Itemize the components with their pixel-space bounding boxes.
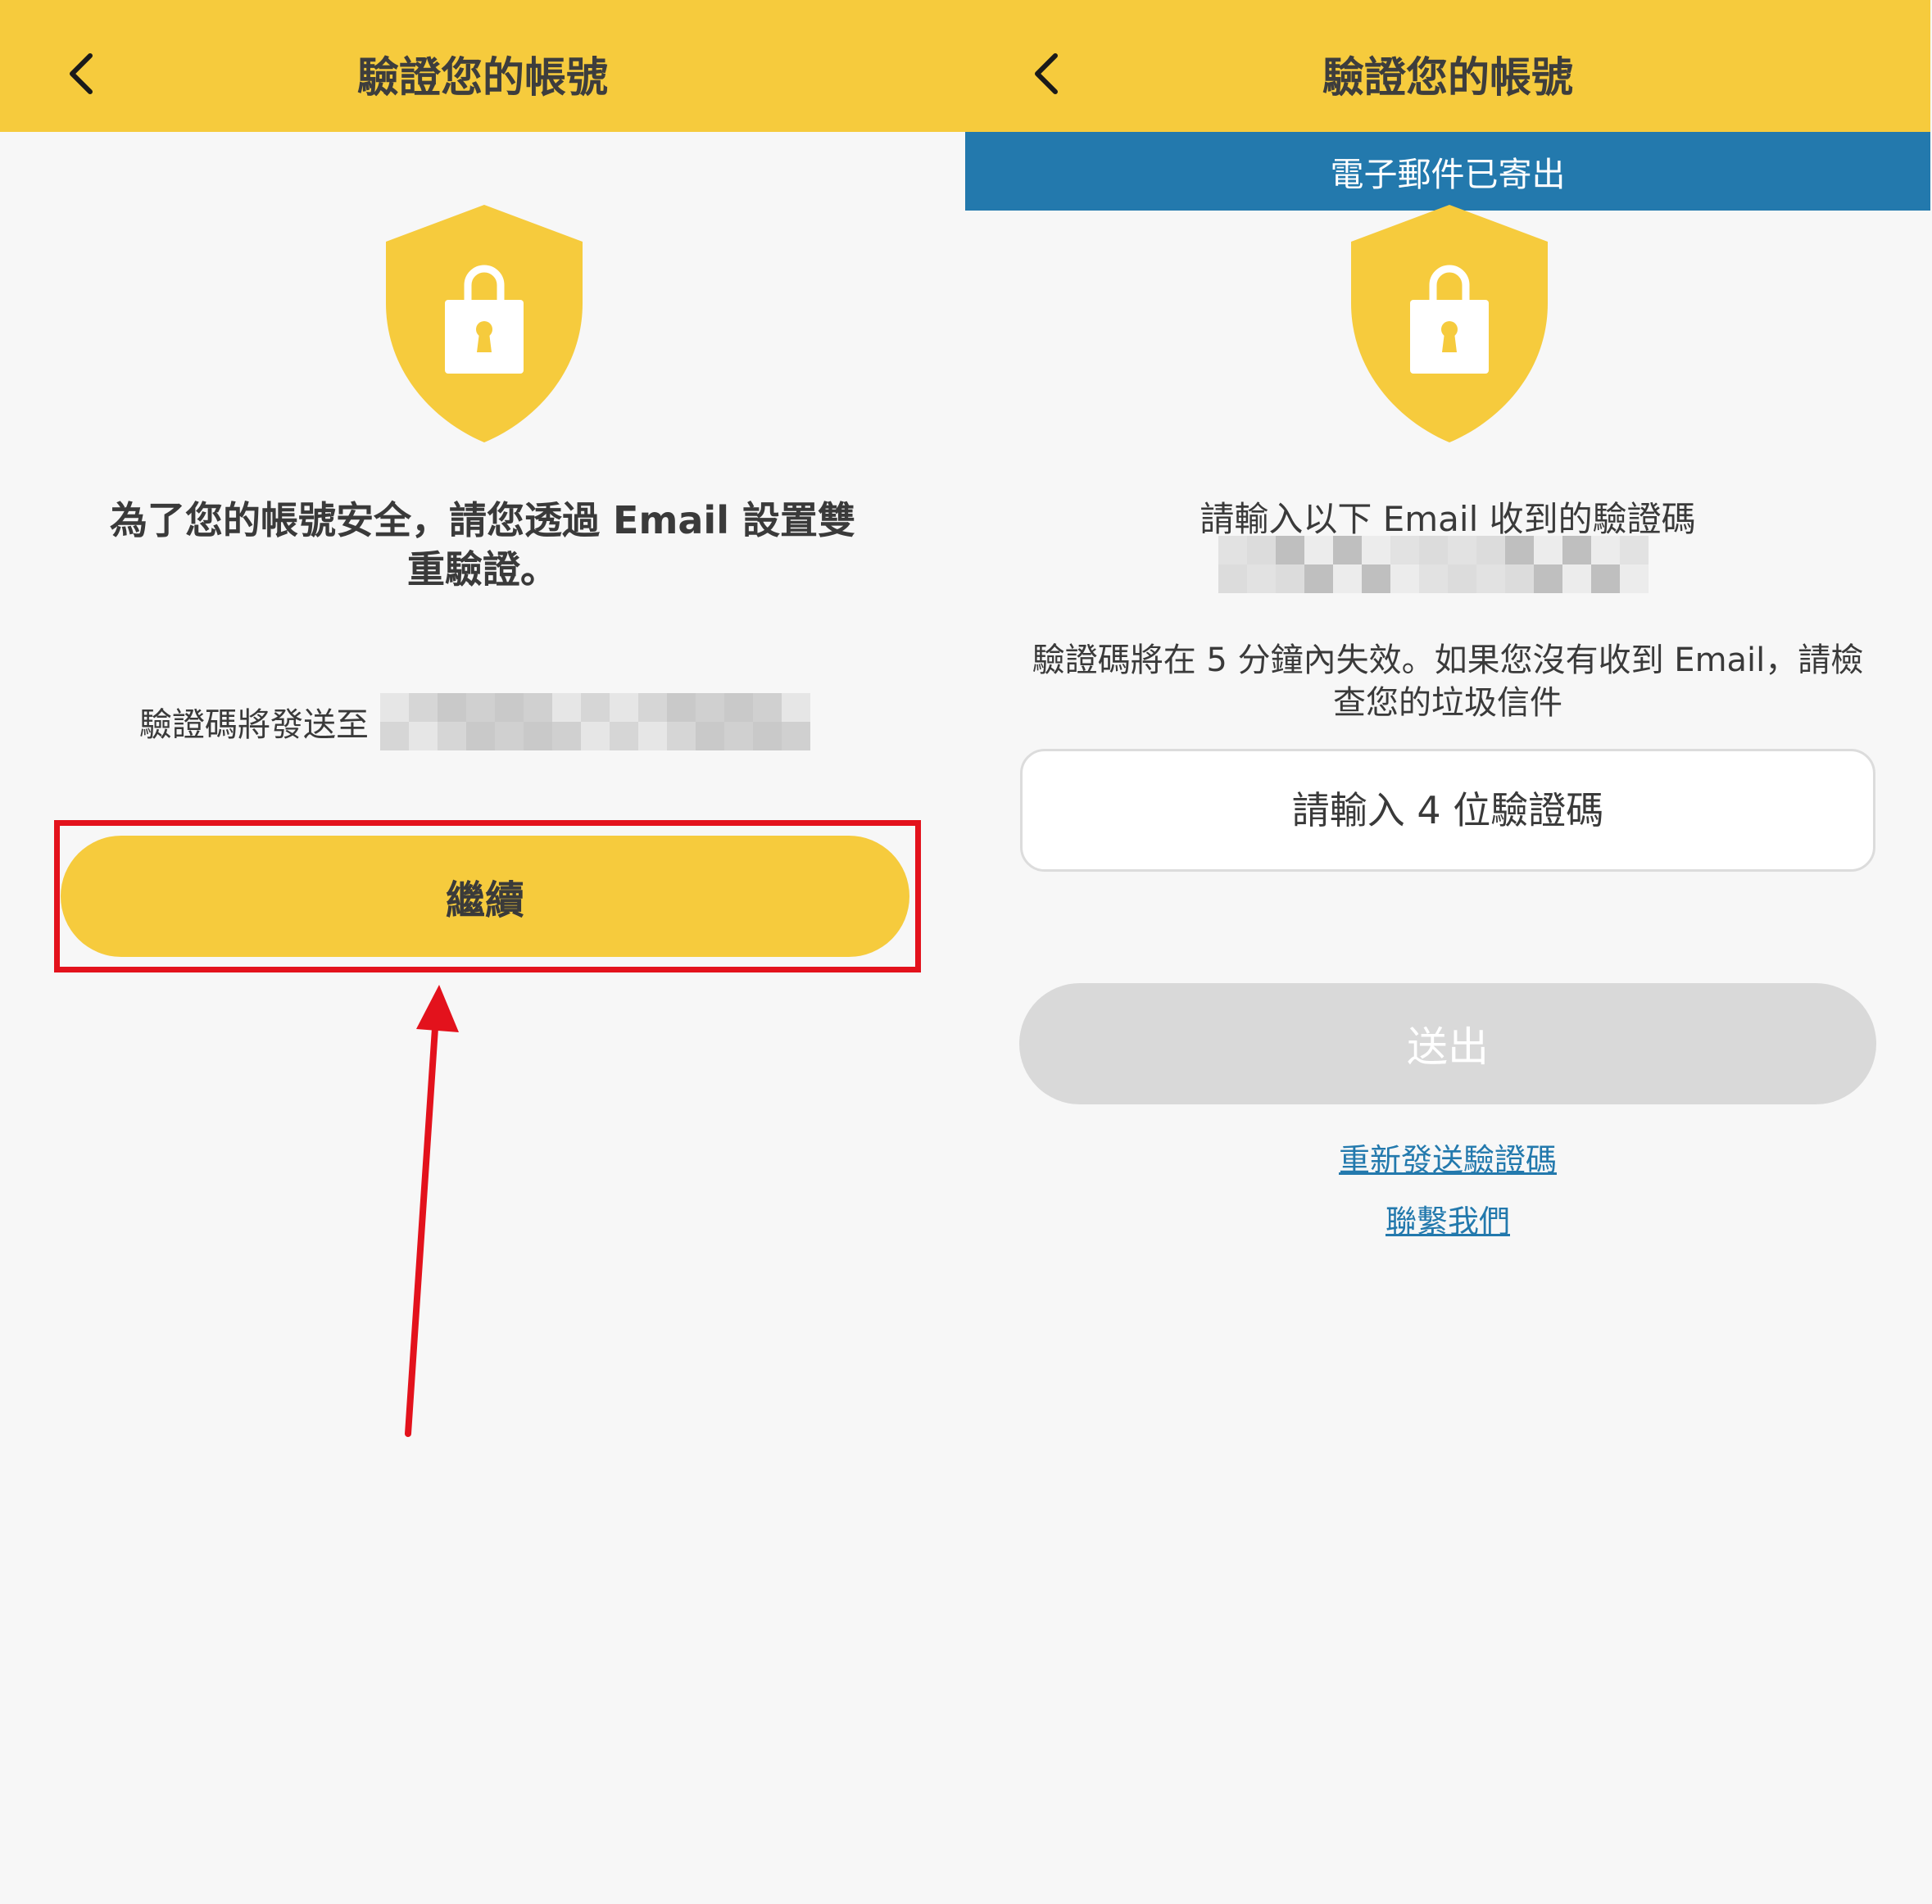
security-heading: 為了您的帳號安全，請您透過 Email 設置雙 重驗證。 [74, 496, 891, 594]
redaction-pixel [524, 693, 552, 722]
security-heading-line1: 為了您的帳號安全，請您透過 Email 設置雙 [110, 498, 855, 542]
redaction-pixel [610, 722, 638, 750]
redaction-pixel [1476, 536, 1505, 564]
redaction-pixel [1362, 536, 1390, 564]
redaction-pixel [1247, 564, 1276, 593]
redaction-pixel [1362, 564, 1390, 593]
redaction-pixel [1218, 536, 1247, 564]
page-title: 驗證您的帳號 [1322, 54, 1573, 102]
redaction-pixel [1247, 536, 1276, 564]
redaction-pixel [1419, 536, 1448, 564]
redaction-pixel [1390, 536, 1419, 564]
expiry-info-line1: 驗證碼將在 5 分鐘內失效。如果您沒有收到 Email，請檢 [1032, 641, 1864, 679]
verification-prompt: 請輸入以下 Email 收到的驗證碼 [1200, 499, 1696, 539]
redaction-pixel [552, 693, 581, 722]
redaction-pixel [753, 693, 782, 722]
redaction-pixel [1304, 536, 1333, 564]
redaction-pixel [782, 693, 810, 722]
redaction-pixel [1476, 564, 1505, 593]
redaction-pixel [409, 722, 438, 750]
redaction-pixel [1419, 564, 1448, 593]
redaction-pixel [696, 693, 724, 722]
redaction-pixel [1448, 536, 1476, 564]
send-label: 驗證碼將發送至 [139, 706, 369, 744]
resend-code-link[interactable]: 重新發送驗證碼 [965, 1135, 1930, 1180]
annotation-arrow-icon [405, 985, 459, 1437]
send-destination-row: 驗證碼將發送至 [139, 692, 810, 751]
redaction-pixel [438, 693, 466, 722]
redaction-pixel [610, 693, 638, 722]
redaction-pixel [724, 722, 753, 750]
redaction-pixel [638, 693, 667, 722]
redaction-pixel [1620, 536, 1649, 564]
right-screen: 驗證您的帳號 電子郵件已寄出 請輸入以下 Email 收到的驗證碼 驗證碼將在 … [965, 0, 1930, 1904]
contact-us-link[interactable]: 聯繫我們 [965, 1196, 1930, 1241]
redaction-pixel [1620, 564, 1649, 593]
redaction-pixel [1562, 564, 1591, 593]
redaction-pixel [1390, 564, 1419, 593]
security-heading-line2: 重驗證。 [407, 547, 558, 592]
redaction-pixel [1304, 564, 1333, 593]
redaction-pixel [782, 722, 810, 750]
email-sent-banner: 電子郵件已寄出 [965, 132, 1930, 211]
redaction-pixel [1591, 536, 1620, 564]
page-title: 驗證您的帳號 [356, 54, 608, 102]
redaction-pixel [1505, 536, 1534, 564]
redaction-pixel [581, 722, 610, 750]
redaction-pixel [1218, 564, 1247, 593]
redaction-pixel [1505, 564, 1534, 593]
redaction-pixel [409, 693, 438, 722]
redaction-pixel [638, 722, 667, 750]
expiry-info: 驗證碼將在 5 分鐘內失效。如果您沒有收到 Email，請檢 查您的垃圾信件 [1023, 639, 1873, 724]
expiry-info-line2: 查您的垃圾信件 [1333, 684, 1562, 722]
left-screen: 驗證您的帳號 為了您的帳號安全，請您透過 Email 設置雙 重驗證。 驗證碼將… [0, 0, 965, 1904]
redaction-pixel [1534, 564, 1562, 593]
app-header: 驗證您的帳號 [965, 0, 1930, 132]
redaction-pixel [495, 693, 524, 722]
redaction-pixel [380, 722, 409, 750]
redaction-pixel [552, 722, 581, 750]
redaction-pixel [1448, 564, 1476, 593]
app-header: 驗證您的帳號 [0, 0, 965, 132]
redaction-pixel [495, 722, 524, 750]
redaction-pixel [1333, 564, 1362, 593]
redaction-pixel [696, 722, 724, 750]
redaction-pixel [1333, 536, 1362, 564]
redaction-pixel [1591, 564, 1620, 593]
redaction-pixel [581, 693, 610, 722]
redacted-email [380, 693, 810, 750]
shield-lock-icon [386, 205, 583, 442]
redaction-pixel [667, 722, 696, 750]
redaction-pixel [438, 722, 466, 750]
redaction-pixel [524, 722, 552, 750]
redaction-pixel [466, 693, 495, 722]
redaction-pixel [1562, 536, 1591, 564]
shield-lock-icon [1351, 205, 1548, 442]
redacted-email [1218, 536, 1649, 593]
redaction-pixel [667, 693, 696, 722]
redaction-pixel [380, 693, 409, 722]
redaction-pixel [1276, 536, 1304, 564]
annotation-highlight-box [54, 820, 921, 972]
submit-button[interactable]: 送出 [1019, 983, 1876, 1104]
redaction-pixel [466, 722, 495, 750]
verification-code-input[interactable] [1020, 749, 1875, 872]
redaction-pixel [724, 693, 753, 722]
redaction-pixel [1534, 536, 1562, 564]
redaction-pixel [753, 722, 782, 750]
redaction-pixel [1276, 564, 1304, 593]
